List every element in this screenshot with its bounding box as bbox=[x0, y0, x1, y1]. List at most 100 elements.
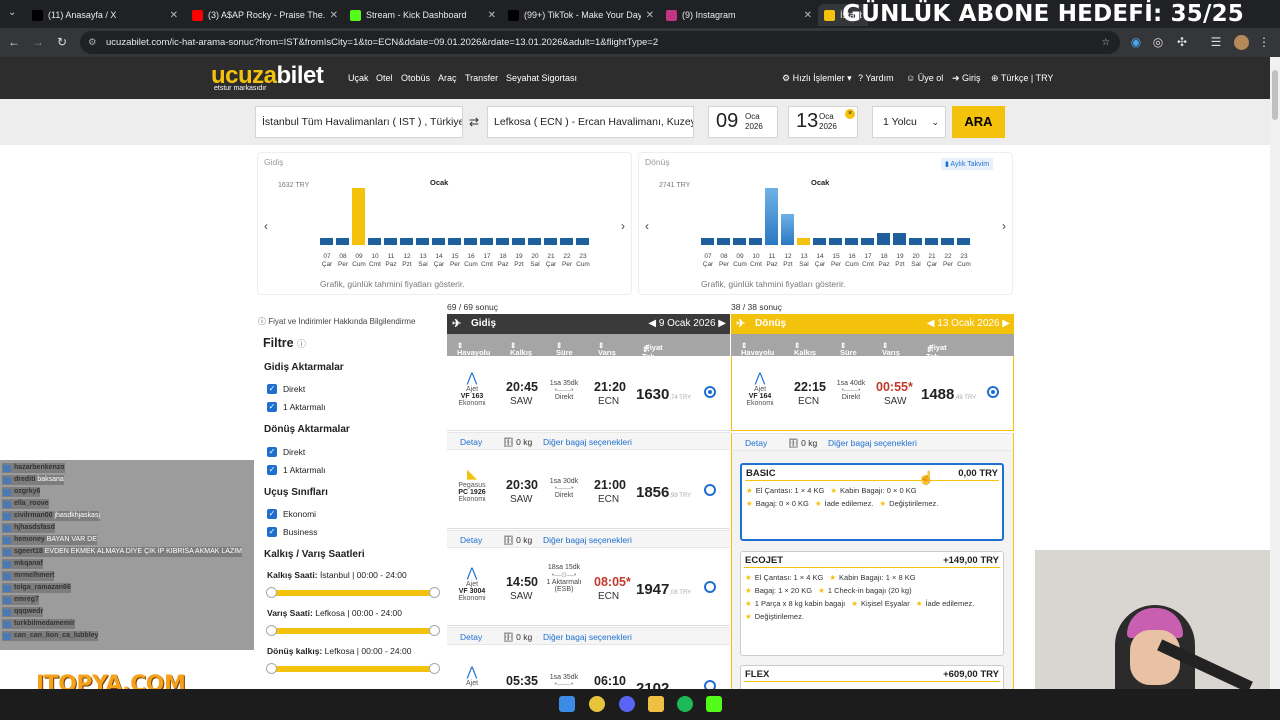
clear-return-icon[interactable]: × bbox=[845, 109, 855, 119]
nav-otel[interactable]: Otel bbox=[376, 73, 393, 83]
back-icon[interactable]: ← bbox=[6, 35, 22, 49]
monthly-calendar-button[interactable]: ▮ Aylık Takvim bbox=[941, 158, 994, 170]
depart-flight-row[interactable]: ⋀ Ajet VF 3004 Ekonomi 14:50 SAW 18sa 15dk •—⊙—… bbox=[447, 551, 730, 626]
day-label[interactable]: 10 Cmt bbox=[748, 253, 764, 269]
file-explorer-icon[interactable] bbox=[648, 696, 664, 712]
calendar-prev-arrow[interactable]: ‹ bbox=[264, 219, 268, 233]
day-label[interactable]: 13 Sal bbox=[796, 253, 812, 269]
close-tab-icon[interactable]: ✕ bbox=[488, 10, 496, 21]
depart-flight-row[interactable]: ⋀Ajet05:351sa 35dk•——•06:102102 bbox=[447, 650, 730, 697]
nav-transfer[interactable]: Transfer bbox=[465, 73, 498, 83]
day-label[interactable]: 14 Çar bbox=[431, 253, 447, 269]
filter-business[interactable]: ✓ Business bbox=[267, 527, 318, 537]
fare-option-ecojet[interactable]: ECOJET +149,00 TRY ★ El Çantası: 1 × 4 KG ★ K… bbox=[740, 551, 1004, 656]
day-label[interactable]: 12 Pzt bbox=[780, 253, 796, 269]
close-tab-icon[interactable]: ✕ bbox=[330, 10, 338, 21]
sort-price[interactable]: Fiyat( Tek kişi ) ⇕ bbox=[926, 336, 947, 379]
close-tab-icon[interactable]: ✕ bbox=[646, 10, 654, 21]
extension-icon[interactable]: ◉ bbox=[1128, 35, 1144, 49]
detail-link[interactable]: Detay bbox=[745, 434, 767, 452]
checkbox-checked-icon[interactable]: ✓ bbox=[267, 384, 277, 394]
price-bar[interactable] bbox=[448, 237, 461, 245]
day-label[interactable]: 22 Per bbox=[559, 253, 575, 269]
depart-flight-row[interactable]: ◣ Pegasus PC 1926 Ekonomi 20:30 SAW 1sa 30dk •—… bbox=[447, 454, 730, 529]
baggage-options-link[interactable]: Diğer bagaj seçenekleri bbox=[828, 434, 917, 452]
swap-icon[interactable]: ⇄ bbox=[469, 115, 479, 129]
day-label[interactable]: 12 Pzt bbox=[399, 253, 415, 269]
price-bar[interactable] bbox=[845, 237, 858, 245]
price-bar[interactable] bbox=[480, 237, 493, 245]
passenger-select[interactable]: 1 Yolcu ⌄ bbox=[872, 106, 946, 138]
return-date-nav[interactable]: ◀ 13 Ocak 2026 ▶ bbox=[927, 314, 1010, 334]
price-bar[interactable] bbox=[781, 213, 794, 245]
price-bar[interactable] bbox=[320, 237, 333, 245]
day-label[interactable]: 17 Cmt bbox=[860, 253, 876, 269]
price-bar[interactable] bbox=[877, 233, 890, 245]
filter-economy[interactable]: ✓ Ekonomi bbox=[267, 509, 316, 519]
price-bar[interactable] bbox=[368, 237, 381, 245]
day-label[interactable]: 23 Cum bbox=[956, 253, 972, 269]
site-info-icon[interactable]: ⚙ bbox=[88, 31, 97, 54]
price-bar[interactable] bbox=[909, 237, 922, 245]
price-bar[interactable] bbox=[701, 237, 714, 245]
scrollbar-thumb[interactable] bbox=[1272, 70, 1278, 120]
slider-handle[interactable] bbox=[429, 663, 440, 674]
detail-link[interactable]: Detay bbox=[460, 531, 482, 549]
price-bar[interactable] bbox=[957, 237, 970, 245]
filter-depart-1stop[interactable]: ✓ 1 Aktarmalı bbox=[267, 402, 326, 412]
price-bar[interactable] bbox=[861, 237, 874, 245]
slider-handle[interactable] bbox=[266, 625, 277, 636]
calendar-prev-arrow[interactable]: ‹ bbox=[645, 219, 649, 233]
close-tab-icon[interactable]: ✕ bbox=[804, 10, 812, 21]
price-bar[interactable] bbox=[925, 237, 938, 245]
return-flight-row[interactable]: ⋀ Ajet VF 164 Ekonomi 22:15 ECN 1sa 40dk… bbox=[731, 356, 1014, 431]
day-label[interactable]: 07 Çar bbox=[700, 253, 716, 269]
day-label[interactable]: 07 Çar bbox=[319, 253, 335, 269]
sort-airline[interactable]: Havayolu ⇕ bbox=[457, 341, 490, 357]
menu-icon[interactable]: ⋮ bbox=[1256, 35, 1272, 49]
price-bar[interactable] bbox=[384, 237, 397, 245]
reload-icon[interactable]: ↻ bbox=[54, 35, 70, 49]
spotify-icon[interactable] bbox=[677, 696, 693, 712]
quick-actions-menu[interactable]: ⚙ Hızlı İşlemler ▾ bbox=[782, 73, 852, 84]
profile-avatar[interactable] bbox=[1234, 35, 1249, 50]
price-bar[interactable] bbox=[765, 188, 778, 245]
day-label[interactable]: 10 Cmt bbox=[367, 253, 383, 269]
address-bar[interactable]: ⚙ ucuzabilet.com/ic-hat-arama-sonuc?from… bbox=[80, 31, 1120, 54]
price-bar[interactable] bbox=[941, 237, 954, 245]
baggage-options-link[interactable]: Diğer bagaj seçenekleri bbox=[543, 628, 632, 646]
price-bar[interactable] bbox=[528, 237, 541, 245]
baggage-options-link[interactable]: Diğer bagaj seçenekleri bbox=[543, 433, 632, 451]
price-bar[interactable] bbox=[813, 237, 826, 245]
nav-ucak[interactable]: Uçak bbox=[348, 73, 369, 83]
price-bar[interactable] bbox=[432, 237, 445, 245]
detail-link[interactable]: Detay bbox=[460, 433, 482, 451]
price-bar[interactable] bbox=[576, 237, 589, 245]
price-bar[interactable] bbox=[400, 237, 413, 245]
login-link[interactable]: ➜ Giriş bbox=[952, 73, 981, 84]
day-label[interactable]: 19 Pzt bbox=[511, 253, 527, 269]
price-bar[interactable] bbox=[416, 237, 429, 245]
page-scrollbar[interactable] bbox=[1270, 57, 1280, 689]
depart-date-nav[interactable]: ◀ 9 Ocak 2026 ▶ bbox=[648, 314, 726, 334]
slider-handle[interactable] bbox=[266, 663, 277, 674]
day-label[interactable]: 18 Paz bbox=[876, 253, 892, 269]
checkbox-checked-icon[interactable]: ✓ bbox=[267, 447, 277, 457]
detail-link[interactable]: Detay bbox=[460, 628, 482, 646]
shield-extension-icon[interactable]: ◎ bbox=[1150, 35, 1166, 49]
price-bar[interactable] bbox=[512, 237, 525, 245]
browser-tab[interactable]: (11) Anasayfa / X ✕ bbox=[26, 4, 184, 26]
price-info-link[interactable]: ⓘ Fiyat ve İndirimler Hakkında Bilgilend… bbox=[258, 316, 415, 327]
day-label[interactable]: 11 Paz bbox=[764, 253, 780, 269]
checkbox-checked-icon[interactable]: ✓ bbox=[267, 527, 277, 537]
price-bar[interactable] bbox=[336, 237, 349, 245]
bookmark-star-icon[interactable]: ☆ bbox=[1101, 31, 1110, 54]
price-bar[interactable] bbox=[749, 237, 762, 245]
filter-depart-direct[interactable]: ✓ Direkt bbox=[267, 384, 305, 394]
price-bar[interactable] bbox=[560, 237, 573, 245]
sort-price[interactable]: Fiyat( Tek kişi ) ⇕ bbox=[642, 336, 663, 379]
depart-flight-row[interactable]: ⋀ Ajet VF 163 Ekonomi 20:45 SAW 1sa 35dk •——• Di… bbox=[447, 356, 730, 431]
departure-time-slider[interactable] bbox=[266, 587, 440, 598]
depart-date[interactable]: 09 Oca 2026 bbox=[708, 106, 778, 138]
day-label[interactable]: 21 Çar bbox=[924, 253, 940, 269]
